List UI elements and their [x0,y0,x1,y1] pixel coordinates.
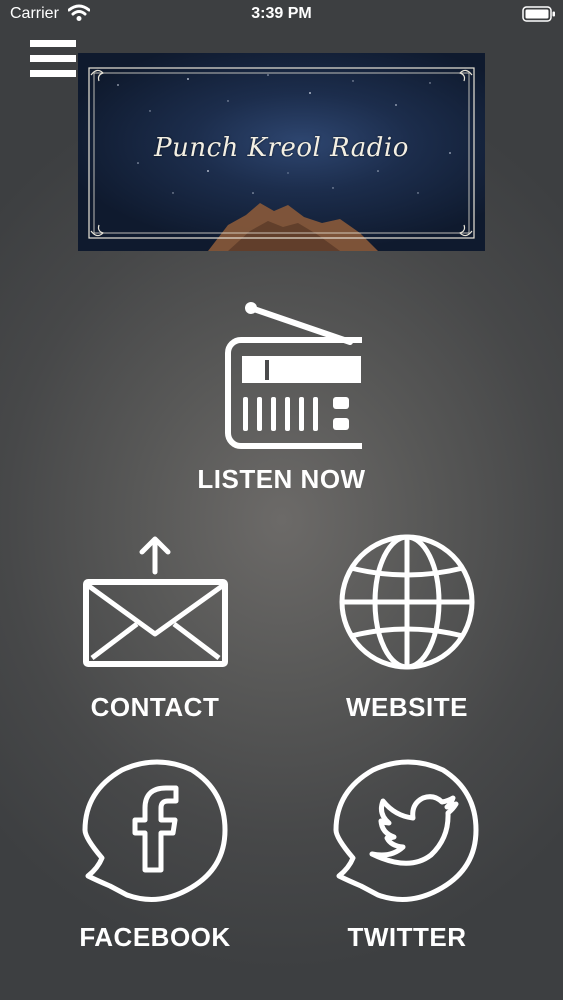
twitter-label: TWITTER [347,922,467,952]
website-button[interactable]: WEBSITE [325,534,489,724]
contact-button[interactable]: CONTACT [70,534,240,724]
clock: 3:39 PM [251,5,312,22]
twitter-button[interactable]: TWITTER [325,758,489,958]
menu-line [30,40,76,47]
station-banner: Punch Kreol Radio [78,53,485,251]
menu-line [30,55,76,62]
facebook-label: FACEBOOK [79,922,231,952]
banner-title: Punch Kreol Radio [154,133,409,163]
contact-label: CONTACT [90,692,220,722]
radio-icon [225,302,362,449]
facebook-icon [82,759,228,902]
facebook-button[interactable]: FACEBOOK [70,758,240,958]
menu-button[interactable] [30,40,76,78]
envelope-upload-icon [83,536,228,667]
website-label: WEBSITE [346,692,468,722]
battery-icon [522,6,555,22]
status-bar: Carrier 3:39 PM [0,0,563,30]
listen-now-button[interactable]: LISTEN NOW [180,298,383,498]
menu-line [30,70,76,77]
globe-icon [339,534,475,670]
listen-now-label: LISTEN NOW [197,464,366,494]
twitter-icon [333,759,479,902]
